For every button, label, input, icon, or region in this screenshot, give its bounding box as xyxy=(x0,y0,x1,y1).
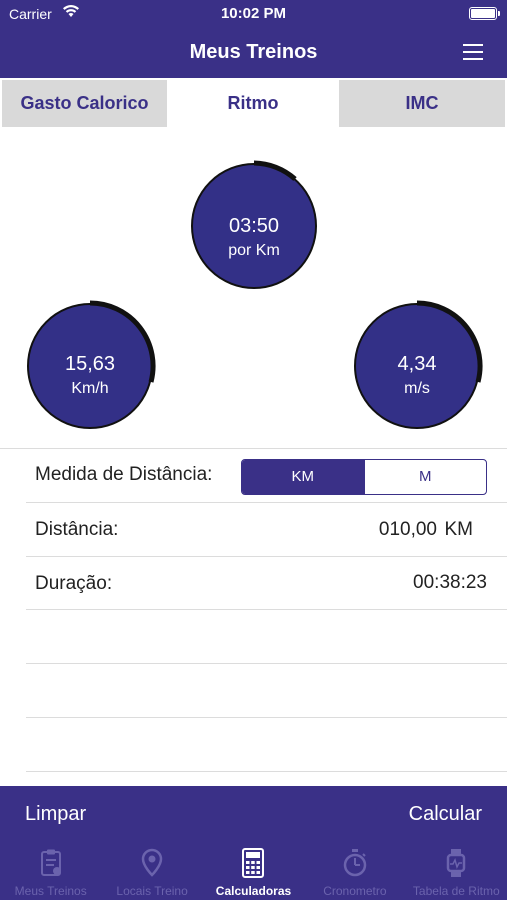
tab-bar: Meus Treinos Locais Treino Calculadoras xyxy=(0,841,507,900)
duration-value[interactable]: 00:38:23 xyxy=(413,572,487,594)
pace-gauge: 03:50 por Km xyxy=(191,160,317,289)
status-bar: Carrier 10:02 PM xyxy=(0,0,507,28)
pace-value: 03:50 xyxy=(228,215,280,237)
unit-option-km[interactable]: KM xyxy=(242,460,364,494)
tabbar-item-locais-treino[interactable]: Locais Treino xyxy=(101,841,202,900)
duration-label: Duração: xyxy=(35,573,113,594)
tabbar-item-cronometro[interactable]: Cronometro xyxy=(304,841,405,900)
calculate-button[interactable]: Calcular xyxy=(409,803,482,826)
battery-icon xyxy=(469,7,500,20)
tabbar-label: Meus Treinos xyxy=(14,884,87,898)
tab-gasto-calorico[interactable]: Gasto Calorico xyxy=(2,80,167,127)
map-pin-icon xyxy=(141,848,163,877)
duration-row[interactable]: Duração: 00:38:23 xyxy=(26,557,507,610)
watch-icon xyxy=(447,849,466,877)
speed-kmh-value: 15,63 xyxy=(64,353,116,375)
action-bar: Limpar Calcular xyxy=(0,786,507,841)
tab-imc[interactable]: IMC xyxy=(339,80,505,127)
calculator-tabs: Gasto Calorico Ritmo IMC xyxy=(0,78,507,127)
distance-unit-text: KM xyxy=(444,519,474,540)
distance-unit-selector: KM M xyxy=(241,459,487,495)
tabbar-item-tabela-de-ritmo[interactable]: Tabela de Ritmo xyxy=(406,841,507,900)
tabbar-item-calculadoras[interactable]: Calculadoras xyxy=(203,841,304,900)
distance-row[interactable]: Distância: 010,00 KM xyxy=(26,503,507,557)
empty-row xyxy=(26,610,507,664)
tabbar-label: Calculadoras xyxy=(215,884,292,898)
clipboard-icon xyxy=(40,849,61,876)
distance-unit-label: Medida de Distância: xyxy=(35,464,213,485)
calculator-icon xyxy=(242,848,265,878)
clear-button[interactable]: Limpar xyxy=(25,803,86,826)
stopwatch-icon xyxy=(343,849,367,877)
page-title: Meus Treinos xyxy=(189,41,318,63)
hamburger-menu-icon[interactable] xyxy=(463,44,483,61)
speed-ms-unit: m/s xyxy=(404,380,430,397)
speed-ms-value: 4,34 xyxy=(397,353,437,375)
status-time: 10:02 PM xyxy=(220,5,287,22)
empty-row xyxy=(26,664,507,718)
unit-option-m[interactable]: M xyxy=(363,460,487,494)
distance-label: Distância: xyxy=(35,519,119,540)
empty-row xyxy=(26,718,507,772)
tabbar-label: Locais Treino xyxy=(116,884,188,898)
tabbar-label: Cronometro xyxy=(323,884,387,898)
tabbar-item-meus-treinos[interactable]: Meus Treinos xyxy=(0,841,101,900)
tab-ritmo[interactable]: Ritmo xyxy=(169,80,337,127)
speed-kmh-gauge: 15,63 Km/h xyxy=(27,300,156,429)
pace-unit: por Km xyxy=(228,242,280,259)
nav-bar: Meus Treinos xyxy=(0,28,507,78)
tabbar-label: Tabela de Ritmo xyxy=(412,884,500,898)
speed-kmh-unit: Km/h xyxy=(71,380,109,397)
distance-value[interactable]: 010,00 xyxy=(379,519,437,541)
speed-ms-gauge: 4,34 m/s xyxy=(354,300,483,429)
